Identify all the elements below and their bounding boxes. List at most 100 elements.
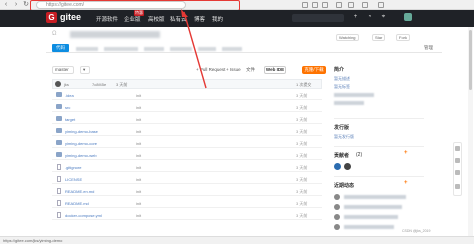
- clone-download-button[interactable]: 克隆/下载: [302, 66, 326, 74]
- file-commit-message[interactable]: init: [136, 141, 141, 146]
- extension-icon[interactable]: [302, 2, 308, 8]
- table-row[interactable]: [52, 198, 322, 208]
- tab-code[interactable]: 代码: [52, 44, 69, 52]
- user-avatar[interactable]: [404, 13, 412, 21]
- contributor-avatar[interactable]: [344, 163, 351, 170]
- star-bookmark-icon[interactable]: [322, 2, 328, 8]
- activity-avatar[interactable]: [334, 194, 340, 200]
- watch-button[interactable]: Watching: [336, 34, 359, 41]
- nav-blog[interactable]: 博客: [194, 15, 205, 23]
- table-row[interactable]: [52, 162, 322, 172]
- folder-icon: [56, 140, 62, 145]
- file-commit-message[interactable]: init: [136, 93, 141, 98]
- tab-pull-requests[interactable]: [104, 47, 138, 51]
- file-updated-time: 3 天前: [296, 213, 308, 218]
- activity-item[interactable]: [344, 195, 406, 199]
- commit-time: 3 天前: [116, 82, 128, 87]
- sidebar-divider: [334, 146, 424, 147]
- tab-issues[interactable]: [76, 47, 98, 51]
- file-commit-message[interactable]: init: [136, 213, 141, 218]
- tab-manage[interactable]: 管理: [424, 45, 433, 51]
- add-contributor-icon[interactable]: +: [404, 150, 408, 156]
- contributor-avatar[interactable]: [334, 163, 341, 170]
- profile-icon[interactable]: [362, 2, 368, 8]
- commit-count[interactable]: 1 次提交: [296, 82, 311, 88]
- tab-pipeline[interactable]: [198, 47, 216, 51]
- feedback-icon[interactable]: [455, 158, 460, 163]
- issue-link[interactable]: + Issue: [226, 67, 241, 72]
- nav-enterprise[interactable]: 企业版: [124, 15, 141, 23]
- file-name[interactable]: README.md: [65, 201, 89, 206]
- file-commit-message[interactable]: init: [136, 105, 141, 110]
- collections-icon[interactable]: [336, 2, 342, 8]
- activity-item[interactable]: [344, 215, 398, 219]
- file-name[interactable]: .gitignore: [65, 165, 81, 170]
- file-name[interactable]: LICENSE: [65, 177, 82, 182]
- file-name[interactable]: target: [65, 117, 75, 122]
- reading-mode-icon[interactable]: [312, 2, 318, 8]
- bell-icon[interactable]: ◔: [366, 14, 373, 21]
- file-name[interactable]: yiming-demo-base: [65, 129, 98, 134]
- file-commit-message[interactable]: init: [136, 129, 141, 134]
- fork-button[interactable]: Fork: [396, 34, 410, 41]
- tab-services[interactable]: [222, 47, 242, 51]
- file-name[interactable]: yiming-demo-core: [65, 141, 97, 146]
- activity-item[interactable]: [344, 225, 394, 229]
- pull-request-link[interactable]: + Pull Request: [196, 67, 225, 72]
- file-menu[interactable]: 文件: [246, 67, 255, 73]
- file-name[interactable]: yiming-demo-web: [65, 153, 97, 158]
- file-name[interactable]: docker-compose.yml: [65, 213, 102, 218]
- nav-private-cloud[interactable]: 私有云: [170, 15, 187, 23]
- file-commit-message[interactable]: init: [136, 165, 141, 170]
- file-name[interactable]: README.en.md: [65, 189, 94, 194]
- menu-icon[interactable]: [378, 2, 384, 8]
- file-updated-time: 3 天前: [296, 165, 308, 170]
- qrcode-icon[interactable]: [455, 146, 460, 151]
- nav-opensource[interactable]: 开源软件: [96, 15, 118, 23]
- web-ide-button[interactable]: Web IDE: [264, 66, 286, 74]
- file-name[interactable]: src: [65, 105, 70, 110]
- table-row[interactable]: [52, 114, 322, 124]
- site-logo-text[interactable]: gitee: [60, 12, 81, 22]
- help-icon[interactable]: [455, 170, 460, 175]
- reload-icon[interactable]: ↻: [22, 1, 30, 9]
- activity-item[interactable]: [344, 205, 402, 209]
- commit-hash[interactable]: 7c8f45e: [92, 82, 106, 87]
- star-button[interactable]: Star: [372, 34, 386, 41]
- file-commit-message[interactable]: init: [136, 177, 141, 182]
- tab-stats[interactable]: [170, 47, 192, 51]
- tab-wiki[interactable]: [144, 47, 164, 51]
- header-search-input[interactable]: [292, 14, 344, 22]
- gitee-logo-icon[interactable]: G: [46, 12, 57, 23]
- table-row[interactable]: [52, 102, 322, 112]
- file-commit-message[interactable]: init: [136, 201, 141, 206]
- file-commit-message[interactable]: init: [136, 189, 141, 194]
- branch-select[interactable]: master: [52, 66, 74, 74]
- activity-avatar[interactable]: [334, 214, 340, 220]
- file-commit-message[interactable]: init: [136, 117, 141, 122]
- file-icon: [57, 200, 61, 206]
- file-name[interactable]: .idea: [65, 93, 74, 98]
- repo-title-blurred[interactable]: [70, 31, 160, 38]
- activity-more-icon[interactable]: +: [404, 180, 408, 186]
- forward-icon[interactable]: ›: [12, 1, 20, 9]
- location-icon[interactable]: ⌖: [380, 14, 387, 21]
- file-updated-time: 3 天前: [296, 177, 308, 182]
- nav-edu[interactable]: 高校版: [148, 15, 165, 23]
- activity-avatar[interactable]: [334, 224, 340, 230]
- table-row[interactable]: [52, 174, 322, 184]
- watermark: CSDN @jks_2019: [402, 229, 431, 233]
- file-icon: [57, 164, 61, 170]
- plus-icon[interactable]: +: [352, 14, 359, 21]
- file-commit-message[interactable]: init: [136, 153, 141, 158]
- branch-caret-icon[interactable]: ▾: [80, 66, 90, 74]
- back-to-top-icon[interactable]: [455, 184, 460, 189]
- nav-mine[interactable]: 我的: [212, 15, 223, 23]
- scrollbar-thumb[interactable]: [469, 30, 472, 90]
- downloads-icon[interactable]: [348, 2, 354, 8]
- back-icon[interactable]: ‹: [2, 1, 10, 9]
- table-row[interactable]: [52, 90, 322, 100]
- commit-author[interactable]: jks: [64, 82, 69, 87]
- activity-avatar[interactable]: [334, 204, 340, 210]
- intro-license[interactable]: [334, 93, 374, 97]
